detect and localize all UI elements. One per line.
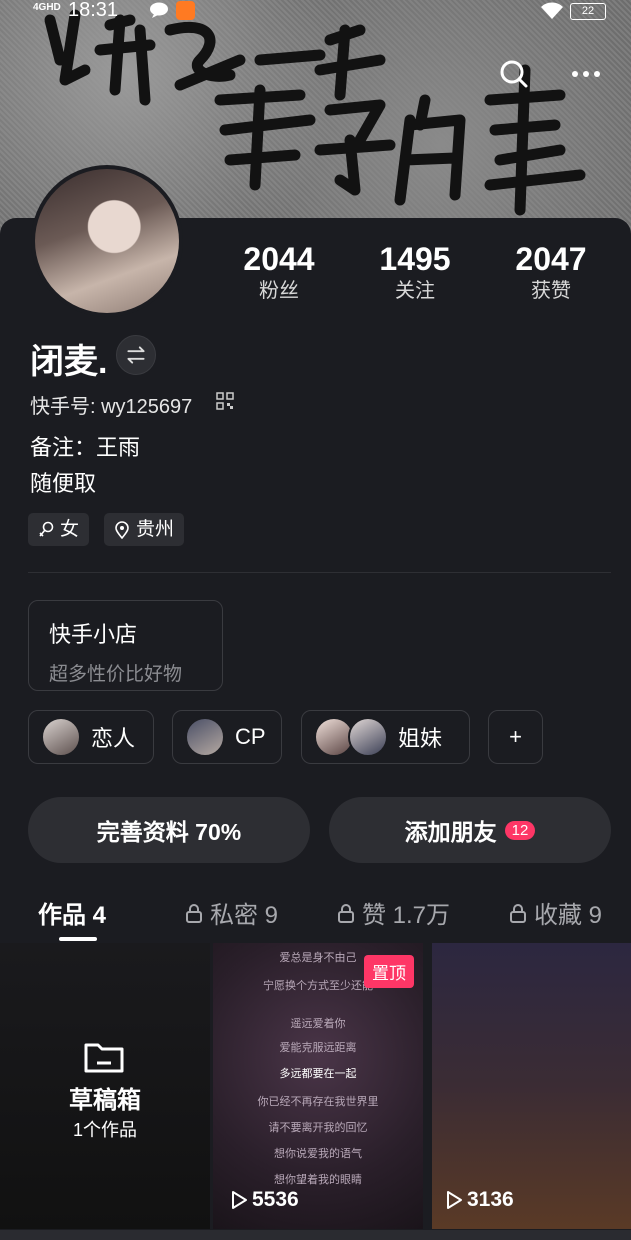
play-count: 5536	[230, 1188, 299, 1212]
more-options-icon[interactable]	[560, 53, 612, 95]
relation-avatar	[185, 717, 225, 757]
pinned-badge: 置顶	[364, 955, 414, 988]
add-friends-button[interactable]: 添加朋友 12	[329, 797, 611, 863]
lock-icon	[510, 903, 526, 923]
chat-bubble-icon	[150, 2, 168, 18]
relation-lover[interactable]: 恋人	[28, 710, 154, 764]
next-row-strip	[0, 1230, 631, 1240]
location-tag: 贵州	[104, 513, 185, 546]
tab-private[interactable]: 私密 9	[184, 895, 278, 930]
wifi-icon	[541, 2, 563, 19]
relation-sisters[interactable]: 姐妹	[301, 710, 470, 764]
relation-avatar	[41, 717, 81, 757]
shop-subtitle: 超多性价比好物	[49, 664, 183, 685]
relation-avatar	[348, 717, 388, 757]
status-time: 18:31	[68, 0, 119, 21]
remark-text: 备注：王雨	[30, 435, 141, 460]
shop-card[interactable]: 快手小店 超多性价比好物	[28, 600, 223, 691]
qr-code-icon[interactable]	[216, 392, 234, 410]
video-cell[interactable]	[432, 943, 631, 1229]
play-icon	[232, 1191, 247, 1209]
folder-icon	[84, 1043, 124, 1073]
profile-name: 闭麦.	[30, 343, 108, 381]
lock-icon	[338, 903, 354, 923]
play-count: 3136	[445, 1188, 514, 1212]
complete-profile-button[interactable]: 完善资料 70%	[28, 797, 310, 863]
location-pin-icon	[115, 520, 129, 539]
stat-following[interactable]: 1495 关注	[360, 240, 470, 304]
divider	[28, 572, 611, 573]
drafts-count: 1个作品	[72, 1120, 137, 1140]
stat-likes[interactable]: 2047 获赞	[496, 240, 606, 304]
lock-icon	[186, 903, 202, 923]
tab-indicator	[59, 937, 97, 941]
drafts-title: 草稿箱	[69, 1087, 141, 1114]
user-id: 快手号: wy125697	[30, 396, 193, 418]
stat-followers[interactable]: 2044 粉丝	[224, 240, 334, 304]
tab-works[interactable]: 作品 4	[38, 895, 106, 930]
female-icon	[39, 521, 54, 537]
tab-liked[interactable]: 赞 1.7万	[336, 895, 450, 930]
play-icon	[447, 1191, 462, 1209]
switch-account-icon[interactable]	[116, 335, 156, 375]
bio-text: 随便取	[30, 471, 97, 496]
shop-title: 快手小店	[49, 622, 138, 647]
search-icon[interactable]	[493, 53, 535, 95]
avatar[interactable]	[31, 165, 183, 317]
tab-favorites[interactable]: 收藏 9	[508, 895, 631, 930]
add-relation-button[interactable]: +	[488, 710, 543, 764]
battery-indicator: 22	[570, 3, 606, 20]
relation-cp[interactable]: CP	[172, 710, 282, 764]
status-bar: 4GHD 18:31 22	[0, 0, 631, 24]
network-indicator: 4GHD	[33, 2, 61, 13]
friend-request-badge: 12	[504, 820, 536, 840]
app-notification-icon	[176, 1, 195, 20]
gender-tag: 女	[28, 513, 90, 546]
